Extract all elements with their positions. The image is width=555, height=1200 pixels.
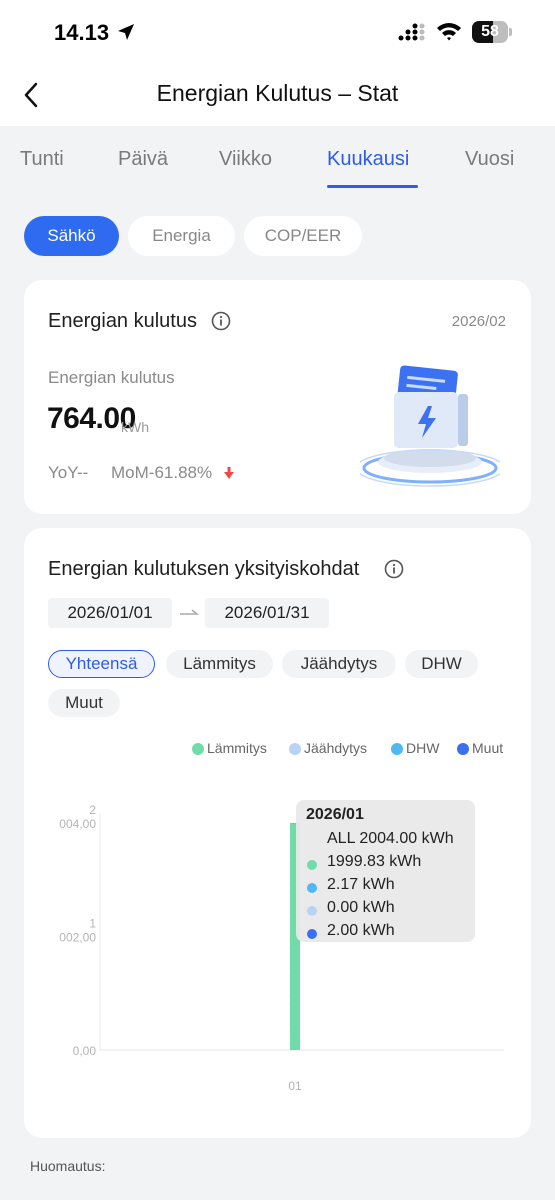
start-date-field[interactable]: 2026/01/01: [48, 598, 172, 628]
date-range-arrow-icon: [180, 609, 199, 615]
battery-icon: 58: [472, 21, 512, 43]
chart-tooltip: 2026/01 ALL 2004.00 kWh 1999.83 kWh 2.17…: [296, 800, 475, 942]
details-card: Energian kulutuksen yksityiskohdat 2026/…: [24, 528, 531, 1138]
end-date-field[interactable]: 2026/01/31: [205, 598, 329, 628]
energy-file-illustration: [360, 365, 500, 487]
legend-muut[interactable]: Muut: [472, 740, 503, 756]
page-title: Energian Kulutus – Stat: [156, 80, 399, 106]
summary-card: Energian kulutus 2026/02 Energian kulutu…: [24, 280, 531, 514]
legend-dot-muut: [457, 743, 469, 755]
legend-dot-lammitys: [192, 743, 204, 755]
tooltip-dot-muut: [307, 929, 317, 939]
chip-energia[interactable]: Energia: [128, 216, 235, 256]
battery-level: 58: [481, 23, 499, 40]
info-icon[interactable]: [384, 559, 404, 579]
tooltip-dot-jaahdytys: [307, 906, 317, 916]
wifi-icon: [437, 23, 461, 41]
summary-title: Energian kulutus: [48, 310, 197, 332]
chip-sahko[interactable]: Sähkö: [24, 216, 119, 256]
tooltip-row-muut: 2.00 kWh: [327, 922, 395, 939]
tooltip-row-lammitys: 1999.83 kWh: [327, 853, 422, 870]
legend-dot-dhw: [391, 743, 403, 755]
legend-jaahdytys[interactable]: Jäähdytys: [304, 740, 367, 756]
footnote-label: Huomautus:: [30, 1158, 106, 1174]
tab-kuukausi[interactable]: Kuukausi: [327, 148, 409, 171]
filter-yhteensa[interactable]: Yhteensä: [48, 650, 155, 678]
tooltip-row-dhw: 2.17 kWh: [327, 876, 395, 893]
yoy-value: YoY--: [48, 463, 89, 482]
tooltip-dot-dhw: [307, 883, 317, 893]
arrow-down-icon: [224, 467, 234, 479]
location-arrow-icon: [118, 24, 134, 40]
filter-lammitys[interactable]: Lämmitys: [166, 650, 273, 678]
mom-value: MoM-61.88%: [111, 463, 213, 482]
summary-label: Energian kulutus: [48, 368, 175, 387]
chip-cop-eer[interactable]: COP/EER: [244, 216, 362, 256]
tab-paiva[interactable]: Päivä: [118, 148, 168, 171]
legend-dhw[interactable]: DHW: [406, 740, 439, 756]
summary-unit: kWh: [121, 419, 149, 435]
period-tabs: Tunti Päivä Viikko Kuukausi Vuosi: [0, 126, 555, 196]
tab-vuosi[interactable]: Vuosi: [465, 148, 514, 171]
tooltip-row-jaahdytys: 0.00 kWh: [327, 899, 395, 916]
active-tab-indicator: [327, 185, 418, 188]
details-title: Energian kulutuksen yksityiskohdat: [48, 558, 360, 580]
tab-viikko[interactable]: Viikko: [219, 148, 272, 171]
filter-jaahdytys[interactable]: Jäähdytys: [282, 650, 396, 678]
y-tick-label: 0,00: [73, 1044, 97, 1058]
x-tick-label: 01: [288, 1079, 302, 1093]
signal-icon: [398, 23, 425, 41]
nav-bar: Energian Kulutus – Stat: [0, 66, 555, 126]
tooltip-title: 2026/01: [306, 806, 364, 823]
legend-dot-jaahdytys: [289, 743, 301, 755]
summary-date: 2026/02: [451, 313, 506, 330]
filter-muut[interactable]: Muut: [48, 689, 120, 717]
info-icon[interactable]: [211, 311, 231, 331]
status-time: 14.13: [54, 20, 110, 45]
tab-tunti[interactable]: Tunti: [20, 148, 64, 171]
tooltip-dot-lammitys: [307, 860, 317, 870]
y-tick-label: 1 002,00: [59, 917, 96, 945]
legend-lammitys[interactable]: Lämmitys: [207, 740, 267, 756]
filter-dhw[interactable]: DHW: [405, 650, 478, 678]
status-bar: 14.13 58: [0, 0, 555, 66]
tooltip-total: ALL 2004.00 kWh: [327, 830, 454, 847]
y-tick-label: 2 004,00: [59, 803, 96, 831]
